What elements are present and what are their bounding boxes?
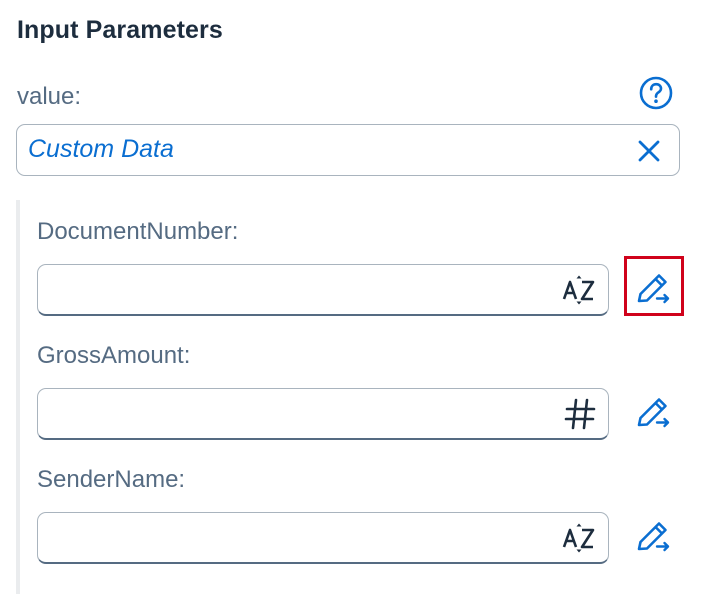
text-type-icon — [562, 523, 595, 553]
edit-mapping-icon — [637, 398, 670, 428]
document-number-label: DocumentNumber: — [37, 218, 239, 245]
edit-gross-amount-button[interactable] — [624, 380, 684, 440]
edit-mapping-icon — [637, 274, 670, 304]
edit-document-number-button[interactable] — [624, 256, 684, 316]
number-type-icon — [564, 398, 596, 430]
edit-mapping-icon — [637, 522, 670, 552]
gross-amount-input[interactable] — [37, 388, 609, 440]
sender-name-label: SenderName: — [37, 466, 186, 493]
text-type-icon — [562, 275, 595, 305]
parameters-group: DocumentNumber: GrossAmount: SenderName: — [16, 200, 714, 594]
value-input-text: Custom Data — [28, 135, 174, 163]
value-input[interactable]: Custom Data — [16, 124, 680, 176]
help-icon[interactable] — [638, 75, 674, 111]
edit-sender-name-button[interactable] — [624, 504, 684, 564]
close-icon[interactable] — [635, 137, 663, 165]
value-label: value: — [17, 83, 82, 110]
document-number-input[interactable] — [37, 264, 609, 316]
section-title: Input Parameters — [17, 16, 223, 44]
gross-amount-label: GrossAmount: — [37, 342, 191, 369]
sender-name-input[interactable] — [37, 512, 609, 564]
input-parameters-panel: Input Parameters value: Custom Data Docu… — [0, 0, 714, 594]
